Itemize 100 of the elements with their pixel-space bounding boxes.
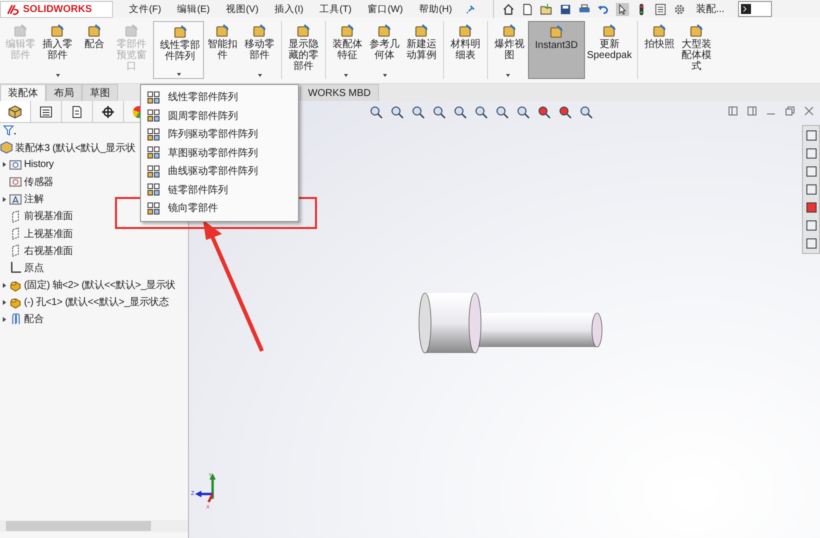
pin-icon[interactable]	[466, 4, 476, 14]
tree-item[interactable]: 注解	[24, 192, 44, 206]
ribbon-button[interactable]: 智能扣件	[204, 21, 241, 79]
tile-right-icon[interactable]	[747, 106, 757, 116]
menu-item[interactable]: 线性零部件阵列	[141, 88, 298, 106]
ribbon-button[interactable]: 材料明细表	[443, 21, 484, 79]
menu-item[interactable]: 视图(V)	[226, 2, 258, 16]
app-logo: SOLIDWORKS	[0, 0, 113, 18]
list-icon	[39, 104, 53, 118]
ribbon-button[interactable]: 拍快照	[636, 21, 678, 79]
settings-icon[interactable]	[673, 2, 686, 16]
ribbon-button[interactable]: Instant3D	[528, 21, 585, 79]
expand-arrow-icon[interactable]	[2, 196, 7, 202]
view-tool-icon[interactable]	[495, 105, 509, 119]
view-tool-icon[interactable]	[474, 105, 488, 119]
view-tool-icon[interactable]	[516, 105, 530, 119]
menu-item[interactable]: 草图驱动零部件阵列	[141, 144, 298, 162]
ribbon-button[interactable]: 大型装配体模式	[678, 21, 715, 79]
ribbon-button[interactable]: 插入零部件	[39, 21, 76, 79]
view-tool-icon[interactable]	[411, 105, 425, 119]
task-pane-icon[interactable]	[804, 129, 818, 142]
menu-item[interactable]: 镜向零部件	[141, 199, 298, 218]
view-tool-icon[interactable]	[579, 105, 593, 119]
ribbon-button[interactable]: 新建运动算例	[403, 21, 440, 79]
tile-left-icon[interactable]	[728, 106, 738, 116]
scrollbar[interactable]	[0, 520, 188, 532]
menu-item[interactable]: 编辑(E)	[177, 2, 210, 16]
ds-logo-icon	[7, 4, 21, 14]
assembly-icon	[0, 141, 13, 154]
tree-item[interactable]: 上视基准面	[24, 226, 74, 241]
folder-icon[interactable]	[540, 2, 554, 16]
view-tool-icon[interactable]	[558, 105, 572, 119]
ribbon-button[interactable]: 显示隐藏的零部件	[281, 21, 322, 79]
paperclip-icon	[9, 312, 22, 326]
tree-item[interactable]: 装配体3 (默认<默认_显示状	[15, 140, 136, 155]
pointer-icon[interactable]	[616, 2, 630, 16]
home-icon[interactable]	[502, 2, 516, 16]
search-field[interactable]	[738, 1, 772, 17]
pattern-icon	[147, 109, 160, 122]
ribbon-tab[interactable]: 布局	[46, 84, 82, 101]
tool-icon	[688, 24, 704, 39]
task-pane-icon[interactable]	[804, 201, 818, 214]
menu-item[interactable]: 帮助(H)	[418, 2, 452, 16]
menu-item[interactable]: 插入(I)	[274, 2, 304, 16]
tree-item[interactable]: 配合	[24, 312, 44, 326]
dropdown-arrow-icon	[176, 73, 180, 76]
view-tool-icon[interactable]	[432, 105, 446, 119]
tree-item[interactable]: 原点	[24, 260, 44, 275]
tree-item[interactable]: 传感器	[24, 174, 54, 189]
part-icon	[9, 278, 22, 292]
save-icon[interactable]	[559, 2, 572, 16]
ribbon-button[interactable]: 移动零部件	[241, 21, 278, 79]
menu-item[interactable]: 窗口(W)	[368, 2, 403, 16]
view-tool-icon[interactable]	[390, 105, 404, 119]
menu-item[interactable]: 曲线驱动零部件阵列	[141, 162, 298, 180]
list-icon[interactable]	[654, 2, 668, 16]
menu-item[interactable]: 阵列驱动零部件阵列	[141, 125, 298, 144]
menu-item[interactable]: 工具(T)	[319, 2, 352, 16]
tree-item[interactable]: 前视基准面	[24, 209, 74, 224]
tool-icon	[172, 25, 188, 40]
tool-icon	[377, 24, 392, 39]
tree-item[interactable]: (固定) 轴<2> (默认<<默认>_显示状	[24, 278, 176, 292]
view-tool-icon[interactable]	[369, 105, 383, 119]
ribbon-button[interactable]: 装配体特征	[325, 21, 366, 79]
menu-item[interactable]: 圆周零部件阵列	[141, 106, 298, 125]
close-icon[interactable]	[804, 106, 814, 116]
expand-arrow-icon[interactable]	[2, 282, 7, 288]
ribbon-tab[interactable]: 草图	[82, 84, 118, 101]
menu-item[interactable]: 链零部件阵列	[141, 180, 298, 199]
ribbon-button[interactable]: 参考几何体	[366, 21, 403, 79]
ribbon-tab[interactable]: 装配体	[0, 84, 46, 101]
tree-item[interactable]: 右视基准面	[24, 244, 74, 258]
feature-manager-tab[interactable]	[0, 101, 31, 122]
tool-icon	[414, 24, 429, 39]
ribbon-button[interactable]: 线性零部件阵列	[153, 21, 204, 79]
filter-icon[interactable]	[2, 125, 18, 137]
printer-icon[interactable]	[578, 2, 592, 16]
ribbon-button[interactable]: 更新 Speedpak	[584, 21, 634, 79]
expand-arrow-icon[interactable]	[2, 316, 7, 322]
tool-icon	[458, 24, 473, 39]
menu-item[interactable]: 文件(F)	[129, 2, 162, 16]
tool-icon	[548, 25, 564, 40]
tool-icon	[215, 24, 230, 39]
tool-icon	[602, 24, 617, 39]
part-icon	[9, 296, 22, 309]
expand-arrow-icon[interactable]	[2, 162, 7, 168]
expand-arrow-icon[interactable]	[2, 300, 7, 305]
task-pane-icon[interactable]	[804, 147, 818, 160]
ribbon-button[interactable]: 配合	[76, 21, 113, 79]
ribbon-tab[interactable]: WORKS MBD	[300, 84, 379, 101]
task-pane-icon[interactable]	[804, 183, 818, 196]
task-pane-icon[interactable]	[804, 165, 818, 178]
view-tool-icon[interactable]	[537, 105, 551, 119]
task-pane-icon[interactable]	[804, 237, 818, 250]
restore-icon[interactable]	[785, 106, 795, 116]
task-pane-icon[interactable]	[804, 219, 818, 232]
view-tool-icon[interactable]	[453, 105, 467, 119]
new-document-icon[interactable]	[521, 2, 534, 16]
tree-item[interactable]: History	[24, 159, 54, 170]
tree-item[interactable]: (-) 孔<1> (默认<<默认>_显示状态	[24, 295, 169, 310]
